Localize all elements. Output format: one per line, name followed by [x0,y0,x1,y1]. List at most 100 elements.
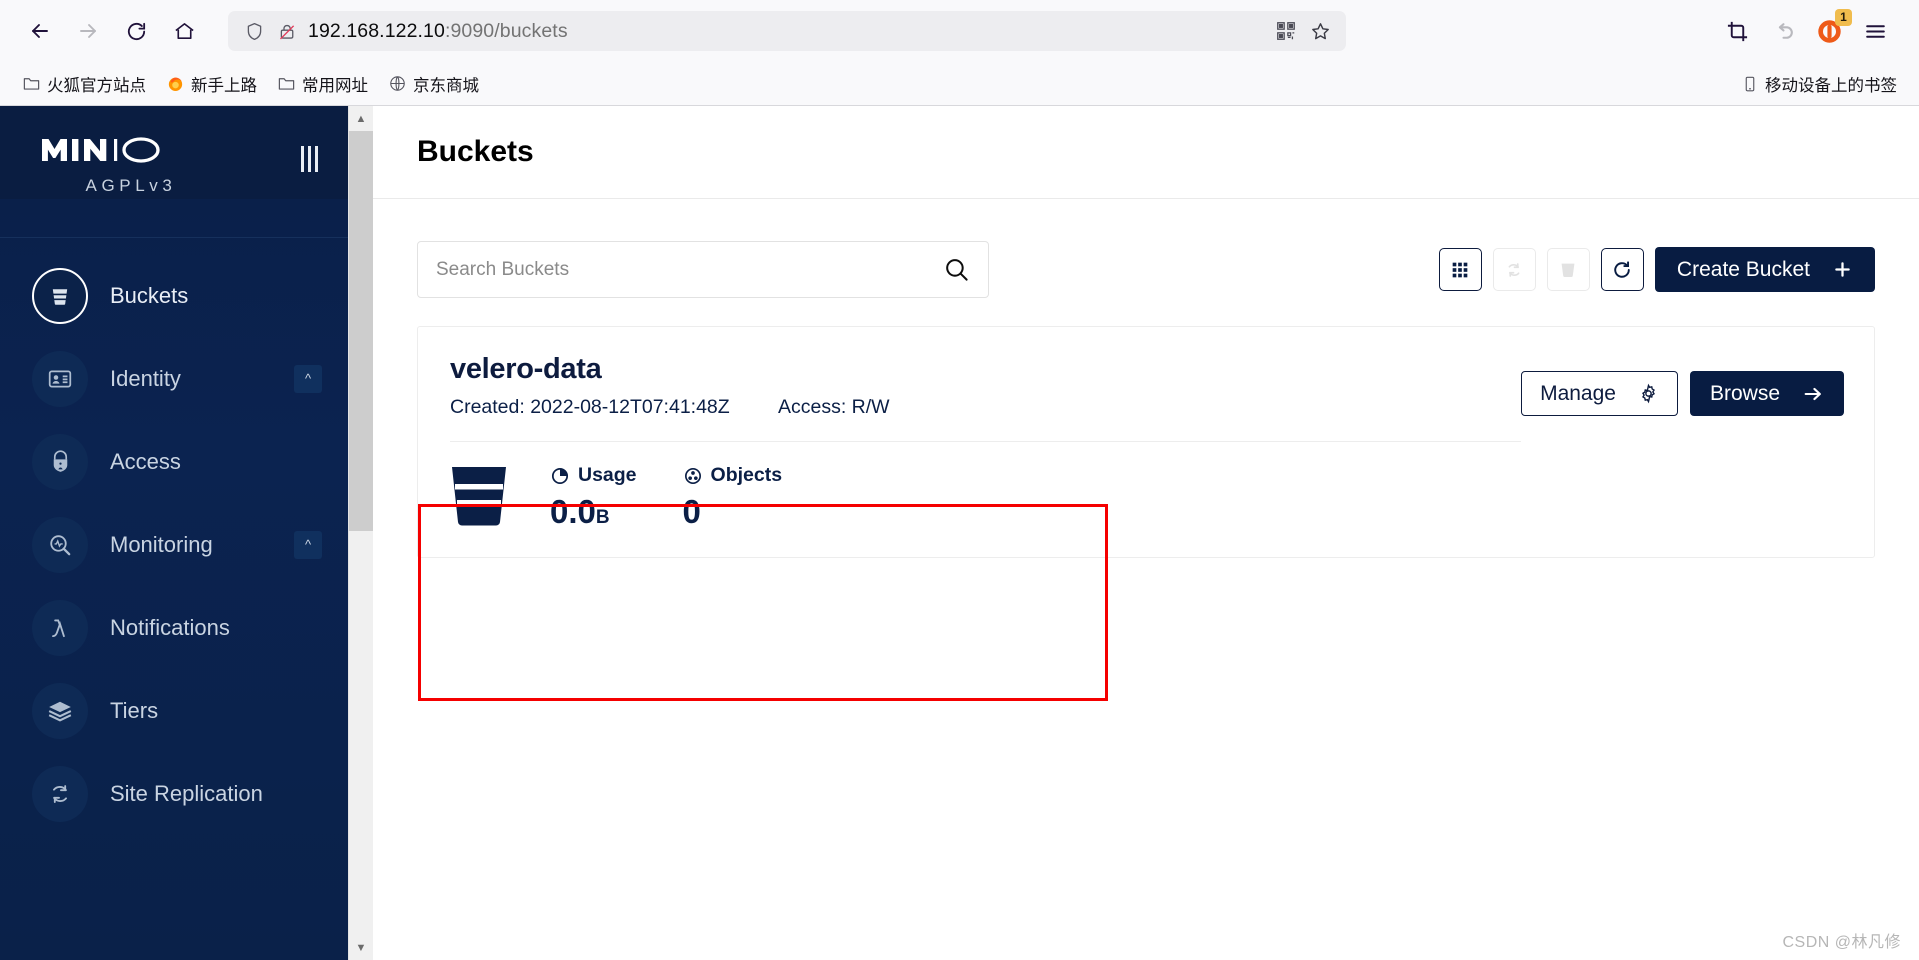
scrollbar-thumb[interactable] [349,131,374,531]
star-icon[interactable] [1309,20,1332,43]
search-input[interactable] [436,258,943,281]
sidebar-item-access[interactable]: Access [0,420,348,503]
page-scrollbar[interactable]: ▲ ▼ [348,106,374,960]
mobile-device-icon [1745,76,1755,91]
sidebar-item-identity[interactable]: Identity ^ [0,337,348,420]
bucket-list-item[interactable]: velero-data Created: 2022-08-12T07:41:48… [418,327,1874,557]
folder-icon [23,78,40,90]
id-card-icon [32,350,88,407]
app-menu-button[interactable] [1855,11,1895,51]
usage-number: 0.0 [550,493,596,530]
manage-label: Manage [1540,381,1616,405]
grid-view-icon [1453,262,1468,277]
scroll-down-arrow[interactable]: ▼ [348,935,374,960]
sidebar-header: AGPLv3 [0,106,348,199]
menu-columns-icon [301,146,304,172]
sidebar-menu: Buckets Identity ^ Access Monitoring ^ N… [0,238,348,835]
folder-icon [278,78,295,90]
url-bar[interactable]: 192.168.122.10:9090/buckets [228,11,1346,51]
reload-icon [127,22,145,40]
browse-bucket-button[interactable]: Browse [1689,371,1844,416]
create-bucket-button[interactable]: Create Bucket [1654,247,1875,292]
browse-label: Browse [1709,381,1780,405]
sidebar-item-buckets[interactable]: Buckets [0,254,348,337]
usage-unit: B [595,507,610,528]
minio-logo[interactable]: AGPLv3 [40,134,200,196]
bookmark-item[interactable]: 京东商城 [380,68,487,100]
lambda-icon [32,599,88,656]
sidebar-item-notifications[interactable]: Notifications [0,586,348,669]
objects-icon [684,467,701,484]
layers-icon [32,682,88,739]
delete-bucket-button[interactable] [1546,248,1590,291]
sidebar-collapse-button[interactable] [301,134,318,172]
bucket-list-panel: velero-data Created: 2022-08-12T07:41:48… [417,326,1875,558]
bucket-icon [32,267,88,324]
objects-stat: Objects 0 [683,464,783,531]
sidebar-item-label: Buckets [110,282,189,308]
refresh-icon [1614,260,1631,278]
arrow-right-icon [80,24,96,38]
sidebar-item-monitoring[interactable]: Monitoring ^ [0,503,348,586]
usage-stat: Usage 0.0B [550,464,637,531]
bookmark-item[interactable]: 常用网址 [269,68,376,100]
minio-wordmark [40,134,200,166]
bucket-icon [450,464,508,531]
screenshot-button[interactable] [1717,11,1757,51]
chevron-up-icon[interactable]: ^ [294,364,322,393]
home-icon [174,22,194,39]
search-icon[interactable] [943,256,970,283]
manage-bucket-button[interactable]: Manage [1521,371,1678,416]
scroll-up-arrow[interactable]: ▲ [348,106,374,131]
url-host: 192.168.122.10 [308,19,445,42]
globe-icon [390,76,405,91]
forward-button[interactable] [66,9,110,53]
lock-person-icon [32,433,88,490]
reload-button[interactable] [114,9,158,53]
objects-label: Objects [710,464,783,486]
bookmark-label: 新手上路 [191,76,257,95]
sidebar-item-site-replication[interactable]: Site Replication [0,752,348,835]
bucket-meta: Created: 2022-08-12T07:41:48Z Access: R/… [450,396,1521,419]
undo-button[interactable] [1763,11,1803,51]
bookmark-item[interactable]: 火狐官方站点 [14,68,154,100]
crop-screenshot-icon [1727,21,1747,41]
buckets-toolbar: Create Bucket [417,199,1875,298]
bookmark-item[interactable]: 新手上路 [158,68,265,100]
search-buckets-box[interactable] [417,241,989,298]
url-path: :9090/buckets [444,19,568,42]
broken-lock-icon[interactable] [277,21,298,42]
bucket-name[interactable]: velero-data [450,353,1521,386]
sidebar-item-tiers[interactable]: Tiers [0,669,348,752]
mobile-bookmarks-item[interactable]: 移动设备上的书签 [1733,68,1905,100]
license-label: AGPLv3 [85,176,177,195]
grid-view-button[interactable] [1438,248,1482,291]
sync-buckets-button[interactable] [1492,248,1536,291]
sync-buckets-icon [1509,262,1520,277]
page-header: Buckets [373,106,1919,199]
home-button[interactable] [162,9,206,53]
chevron-up-icon[interactable]: ^ [294,530,322,559]
replication-icon [32,765,88,822]
pocket-button[interactable]: 1 [1809,9,1852,51]
usage-head: Usage [550,464,637,487]
browser-chrome: 192.168.122.10:9090/buckets 1 火狐官方站点 新手上… [0,0,1919,106]
bucket-stat-block: Usage 0.0B Objects 0 [550,464,782,531]
shield-icon[interactable] [244,21,265,42]
minio-logo-icon [42,137,160,163]
url-text[interactable]: 192.168.122.10:9090/buckets [308,20,1265,43]
browser-nav-row: 192.168.122.10:9090/buckets 1 [0,0,1919,62]
sidebar-item-label: Access [110,448,181,474]
delete-bucket-icon [1562,263,1575,277]
pocket-badge: 1 [1835,9,1852,26]
undo-arrow-icon [1778,22,1793,39]
back-button[interactable] [18,9,62,53]
mobile-bookmarks-label: 移动设备上的书签 [1765,76,1897,95]
refresh-button[interactable] [1600,248,1644,291]
bookmark-label: 京东商城 [413,76,479,95]
create-bucket-label: Create Bucket [1676,257,1810,281]
bucket-details: velero-data Created: 2022-08-12T07:41:48… [450,353,1522,531]
magnifier-pulse-icon [32,516,88,573]
qr-code-icon[interactable] [1275,20,1297,42]
url-bar-icons [236,21,298,42]
